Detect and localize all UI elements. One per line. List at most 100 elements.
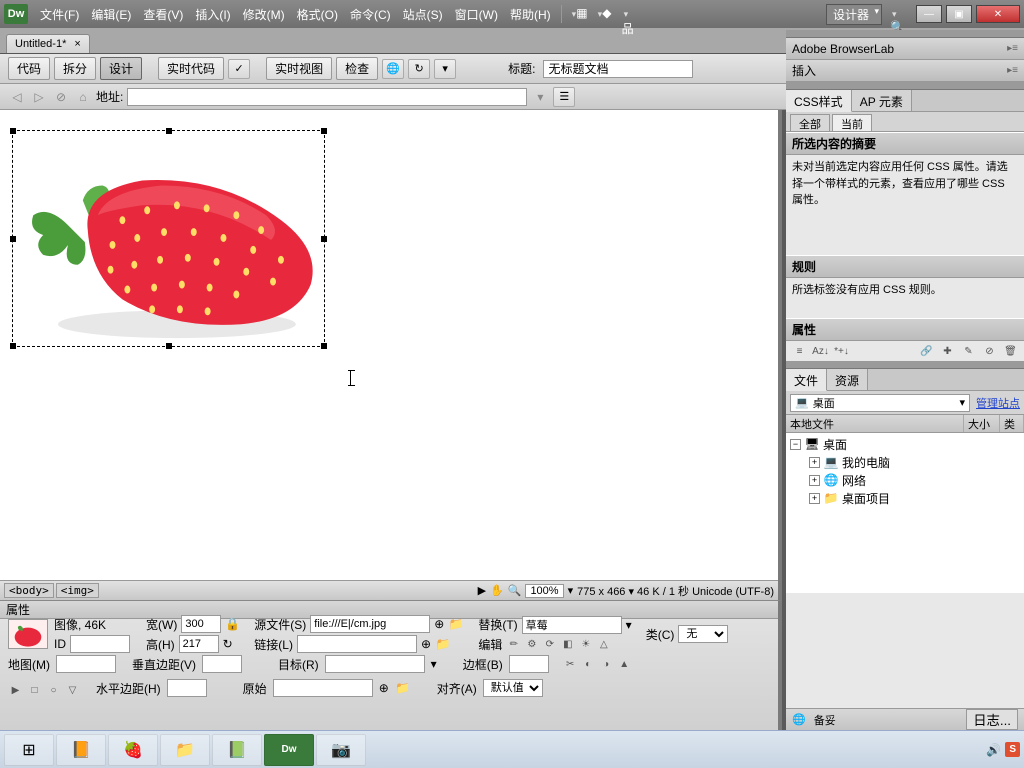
align-select[interactable]: 默认值 — [483, 679, 543, 697]
dropdown-icon[interactable]: ▾ — [626, 618, 632, 632]
stop-icon[interactable]: ⊘ — [52, 88, 70, 106]
resample-icon[interactable]: ◧ — [560, 637, 575, 652]
disable-icon-icon[interactable]: ⊘ — [982, 344, 997, 359]
crop-tool-icon[interactable]: ✂ — [563, 657, 578, 672]
insert-panel-header[interactable]: 插入 ▸≡ — [786, 60, 1024, 82]
start-button[interactable]: ⊞ — [4, 734, 54, 766]
resize-handle[interactable] — [321, 343, 327, 349]
resize-handle[interactable] — [321, 236, 327, 242]
tray-icon[interactable]: S — [1005, 742, 1020, 757]
crop-icon[interactable]: ⟳ — [542, 637, 557, 652]
edit-settings-icon[interactable]: ⚙ — [524, 637, 539, 652]
new-rule-icon[interactable]: ✚ — [940, 344, 955, 359]
list-view-icon[interactable]: Aᴢ↓ — [813, 344, 828, 359]
options-icon[interactable]: ▾ — [434, 59, 456, 79]
task-dreamweaver[interactable]: Dw — [264, 734, 314, 766]
css-styles-tab[interactable]: CSS样式 — [786, 90, 852, 112]
design-canvas[interactable]: <body> <img> ▶ ✋ 🔍 100% ▾ 775 x 466 ▾ 46… — [0, 110, 782, 600]
tab-close-icon[interactable]: × — [74, 38, 80, 50]
sharpen-icon[interactable]: △ — [596, 637, 611, 652]
task-app2[interactable]: 📗 — [212, 734, 262, 766]
code-view-button[interactable]: 代码 — [8, 57, 50, 80]
sharpen-tool-icon[interactable]: ▲ — [617, 657, 632, 672]
list-icon[interactable]: ☰ — [553, 87, 575, 107]
inspect-button[interactable]: 检查 — [336, 57, 378, 80]
pointer-icon[interactable]: ▶ — [478, 584, 486, 597]
menu-help[interactable]: 帮助(H) — [504, 6, 557, 23]
resize-handle[interactable] — [10, 343, 16, 349]
collapse-icon[interactable]: ▸≡ — [1007, 65, 1018, 76]
expand-icon[interactable]: + — [809, 475, 820, 486]
maximize-button[interactable]: ▣ — [946, 5, 972, 23]
src-input[interactable] — [310, 615, 430, 633]
point-to-file-icon[interactable]: ⊕ — [421, 637, 431, 651]
height-input[interactable] — [179, 635, 219, 653]
edit-rule-icon[interactable]: ✎ — [961, 344, 976, 359]
extension-icon[interactable]: ◆ — [596, 6, 614, 22]
assets-tab[interactable]: 资源 — [827, 369, 868, 390]
panel-grip[interactable] — [786, 82, 1024, 90]
width-input[interactable] — [181, 615, 221, 633]
delete-rule-icon[interactable]: 🗑 — [1003, 344, 1018, 359]
menu-insert[interactable]: 插入(I) — [189, 6, 236, 23]
tree-item[interactable]: + 🌐 网络 — [788, 471, 1022, 489]
set-view-icon[interactable]: *+↓ — [834, 344, 849, 359]
menu-format[interactable]: 格式(O) — [291, 6, 344, 23]
connect-icon[interactable]: 🌐 — [792, 713, 806, 726]
poly-hotspot-icon[interactable]: ▽ — [65, 683, 80, 698]
resize-handle[interactable] — [321, 128, 327, 134]
layout-icon[interactable]: ▦ — [570, 6, 588, 22]
close-button[interactable]: ✕ — [976, 5, 1020, 23]
resize-handle[interactable] — [10, 128, 16, 134]
category-view-icon[interactable]: ≡ — [792, 344, 807, 359]
map-input[interactable] — [56, 655, 116, 673]
link-input[interactable] — [297, 635, 417, 653]
tag-body[interactable]: <body> — [4, 583, 54, 598]
selected-image[interactable] — [12, 130, 325, 347]
class-select[interactable]: 无 — [678, 625, 728, 643]
menu-view[interactable]: 查看(V) — [137, 6, 189, 23]
manage-sites-link[interactable]: 管理站点 — [976, 395, 1020, 411]
current-subtab[interactable]: 当前 — [832, 114, 872, 131]
live-view-button[interactable]: 实时视图 — [266, 57, 332, 80]
panel-grip[interactable] — [786, 361, 1024, 369]
dropdown-icon[interactable]: ▾ — [431, 657, 437, 671]
border-input[interactable] — [509, 655, 549, 673]
search-icon[interactable]: 🔍 — [890, 6, 908, 22]
menu-modify[interactable]: 修改(M) — [237, 6, 291, 23]
files-tab[interactable]: 文件 — [786, 369, 827, 391]
site-icon[interactable]: 品 — [622, 6, 640, 22]
vspace-input[interactable] — [202, 655, 242, 673]
home-icon[interactable]: ⌂ — [74, 88, 92, 106]
browse-folder-icon[interactable]: 📁 — [435, 636, 451, 652]
zoom-dropdown-icon[interactable]: ▾ — [568, 584, 574, 597]
expand-icon[interactable]: + — [809, 493, 820, 504]
workspace-dropdown[interactable]: 设计器 — [826, 4, 882, 25]
task-powerpoint[interactable]: 📙 — [56, 734, 106, 766]
tag-img[interactable]: <img> — [56, 583, 99, 598]
refresh-icon[interactable]: ↻ — [408, 59, 430, 79]
tree-item[interactable]: + 📁 桌面项目 — [788, 489, 1022, 507]
document-tab[interactable]: Untitled-1* × — [6, 34, 90, 53]
globe-icon[interactable]: 🌐 — [382, 59, 404, 79]
expand-icon[interactable]: + — [809, 457, 820, 468]
tree-root[interactable]: − 🖥 桌面 — [788, 435, 1022, 453]
zoom-value[interactable]: 100% — [525, 584, 563, 598]
resize-handle[interactable] — [10, 236, 16, 242]
browse-folder-icon[interactable]: 📁 — [395, 680, 411, 696]
target-input[interactable] — [325, 655, 425, 673]
ap-elements-tab[interactable]: AP 元素 — [852, 90, 912, 111]
pointer-tool-icon[interactable]: ▶ — [8, 683, 23, 698]
browse-folder-icon[interactable]: 📁 — [448, 616, 464, 632]
menu-commands[interactable]: 命令(C) — [344, 6, 397, 23]
brightness-icon[interactable]: ☀ — [578, 637, 593, 652]
resize-handle[interactable] — [166, 128, 172, 134]
edit-ps-icon[interactable]: ✏ — [506, 637, 521, 652]
collapse-icon[interactable]: − — [790, 439, 801, 450]
contrast-tool-icon[interactable]: ◑ — [599, 657, 614, 672]
collapse-icon[interactable]: ▸≡ — [1007, 43, 1018, 54]
tree-item[interactable]: + 💻 我的电脑 — [788, 453, 1022, 471]
menu-file[interactable]: 文件(F) — [34, 6, 85, 23]
zoom-icon[interactable]: 🔍 — [508, 584, 522, 597]
id-input[interactable] — [70, 635, 130, 653]
